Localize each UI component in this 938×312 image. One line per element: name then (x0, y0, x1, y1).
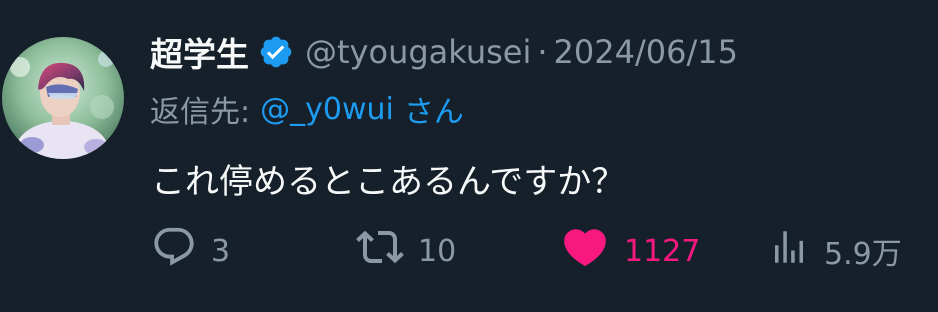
tweet-date[interactable]: 2024/06/15 (554, 33, 738, 71)
display-name[interactable]: 超学生 (150, 28, 249, 76)
like-button[interactable]: 1127 (560, 222, 700, 280)
reply-count: 3 (211, 233, 231, 269)
reply-to-user-link[interactable]: @_y0wui (260, 92, 394, 127)
header-separator: · (537, 33, 548, 71)
reply-to-label: 返信先: (150, 95, 251, 130)
retweet-icon (356, 223, 404, 279)
verified-badge-icon (258, 34, 294, 70)
tweet-header: 超学生 @tyougakusei · 2024/06/15 (150, 26, 738, 78)
retweet-button[interactable]: 10 (356, 222, 456, 280)
reply-to-honorific: さん (403, 95, 464, 130)
avatar[interactable] (2, 37, 124, 159)
retweet-count: 10 (418, 233, 457, 269)
like-count: 1127 (624, 233, 701, 269)
user-handle[interactable]: @tyougakusei (305, 33, 531, 71)
action-bar: 3 10 1127 5.9万 (0, 222, 938, 280)
speech-bubble-icon (151, 224, 197, 278)
tweet-text: これ停めるとこあるんですか？ (151, 162, 626, 202)
views-button[interactable]: 5.9万 (768, 222, 902, 280)
view-count: 5.9万 (824, 237, 902, 272)
tweet[interactable]: 超学生 @tyougakusei · 2024/06/15 返信先: @_y0w… (0, 0, 938, 312)
bar-chart-icon (768, 226, 810, 276)
heart-icon (560, 222, 610, 280)
reply-button[interactable]: 3 (151, 222, 230, 280)
reply-to-line: 返信先: @_y0wui さん (150, 87, 464, 131)
